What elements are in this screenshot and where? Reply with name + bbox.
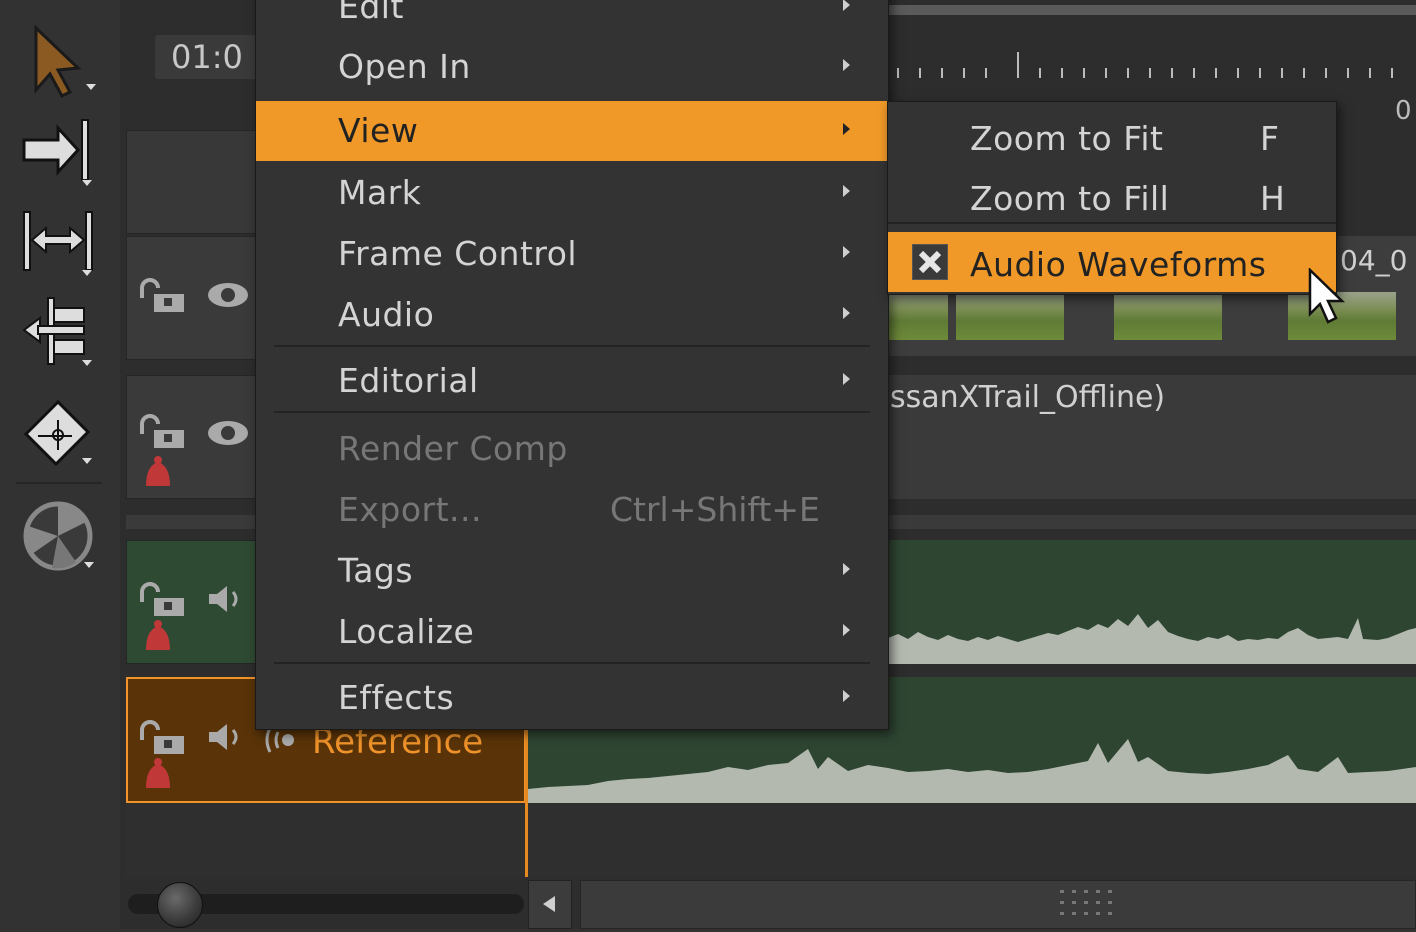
audio-waveform [888,614,1416,664]
slip-tool-icon[interactable] [18,200,98,280]
menu-item-tags[interactable]: Tags [256,541,888,601]
menu-item-label: View [338,111,419,150]
menu-item-localize[interactable]: Localize [256,602,888,662]
submenu-arrow-icon [843,246,850,258]
ruler-bar [888,5,1416,15]
select-tool-icon[interactable] [18,20,98,100]
clip-thumbnail[interactable] [888,292,948,340]
clip-thumbnail[interactable] [1114,292,1222,340]
chevron-left-icon [543,896,555,912]
effects-wheel-icon[interactable] [18,496,98,576]
toolbar-divider [16,482,102,484]
submenu-item-label: Audio Waveforms [970,245,1267,284]
menu-separator [274,411,870,413]
empty-track-area [126,805,1416,877]
menu-item-mark[interactable]: Mark [256,163,888,223]
view-submenu: Zoom to Fit F Zoom to Fill H Audio Wavef… [887,101,1337,295]
menu-item-label: Localize [338,612,475,651]
unlock-icon[interactable] [136,276,188,316]
submenu-item-audio-waveforms[interactable]: Audio Waveforms [888,232,1336,292]
menu-item-label: Open In [338,47,471,86]
menu-item-label: Tags [338,551,414,590]
tag-marker-icon[interactable] [138,616,178,656]
tag-marker-icon[interactable] [138,452,178,492]
ruler-ticks[interactable] [888,50,1416,80]
submenu-item-zoom-to-fill[interactable]: Zoom to Fill H [888,166,1336,226]
checkbox-checked-icon[interactable] [912,244,948,280]
unlock-icon[interactable] [136,580,188,620]
submenu-arrow-icon [843,307,850,319]
scroll-grip-icon [1060,890,1112,915]
menu-separator [274,345,870,347]
multi-select-tool-icon[interactable] [18,290,98,370]
timecode-display[interactable]: 01:0 [155,35,265,79]
menu-item-open-in[interactable]: Open In [256,37,888,97]
submenu-arrow-icon [843,373,850,385]
submenu-item-shortcut: H [1260,179,1285,218]
menu-item-render-comp: Render Comp [256,419,888,479]
visibility-eye-icon[interactable] [205,416,251,450]
submenu-arrow-icon [843,185,850,197]
submenu-item-zoom-to-fit[interactable]: Zoom to Fit F [888,106,1336,166]
menu-separator [274,662,870,664]
menu-item-label: Edit [338,0,404,26]
menu-item-effects[interactable]: Effects [256,668,888,728]
mouse-cursor-icon [1308,268,1346,324]
submenu-arrow-icon [843,563,850,575]
submenu-item-shortcut: F [1260,119,1279,158]
clip-label: 04_0 [1340,244,1408,277]
audio-track-1-lane[interactable] [888,540,1416,664]
menu-item-label: Effects [338,678,455,717]
menu-item-label: Editorial [338,361,479,400]
menu-item-export: Export... Ctrl+Shift+E [256,480,888,540]
submenu-item-label: Zoom to Fill [970,179,1170,218]
menu-item-view[interactable]: View [256,101,888,161]
submenu-arrow-icon [843,690,850,702]
menu-item-label: Frame Control [338,234,578,273]
menu-item-frame-control[interactable]: Frame Control [256,224,888,284]
submenu-arrow-icon [843,123,850,135]
track-select-tool-icon[interactable] [18,110,98,190]
ruler-label: 0 [1395,96,1412,126]
submenu-arrow-icon [843,59,850,71]
submenu-arrow-icon [843,624,850,636]
unlock-icon[interactable] [136,718,188,758]
context-menu: Edit Open In View Mark Frame Control Aud… [255,0,889,730]
clip-label: ssanXTrail_Offline) [890,380,1166,415]
zoom-slider-knob[interactable] [157,882,203,928]
speaker-icon[interactable] [205,720,251,754]
submenu-item-label: Zoom to Fit [970,119,1164,158]
menu-item-shortcut: Ctrl+Shift+E [610,490,820,529]
menu-item-editorial[interactable]: Editorial [256,351,888,411]
scroll-left-button[interactable] [528,880,572,929]
menu-item-audio[interactable]: Audio [256,285,888,345]
menu-item-label: Render Comp [338,429,568,468]
visibility-eye-icon[interactable] [205,278,251,312]
submenu-arrow-icon [843,0,850,11]
clip-thumbnail[interactable] [956,292,1064,340]
tag-marker-icon[interactable] [138,754,178,794]
tool-palette [0,0,120,929]
menu-separator [888,222,1336,224]
speaker-icon[interactable] [205,582,251,616]
horizontal-scrollbar-thumb[interactable] [580,880,1416,929]
menu-item-label: Audio [338,295,435,334]
menu-item-edit[interactable]: Edit [256,0,888,37]
menu-item-label: Export... [338,490,482,529]
unlock-icon[interactable] [136,412,188,452]
menu-item-label: Mark [338,173,422,212]
razor-tool-icon[interactable] [18,390,98,470]
